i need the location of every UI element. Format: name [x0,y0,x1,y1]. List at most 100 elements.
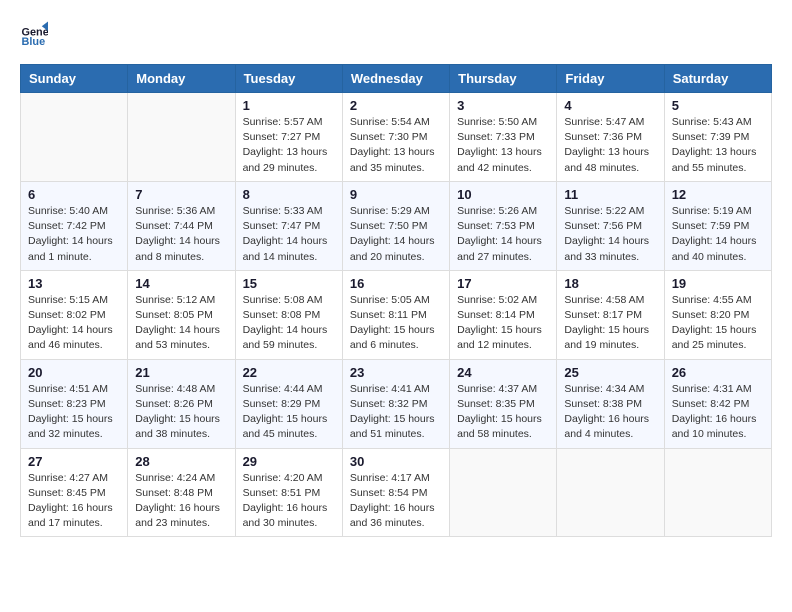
day-info: Sunrise: 5:26 AMSunset: 7:53 PMDaylight:… [457,204,549,265]
calendar-cell [664,448,771,537]
day-number: 19 [672,276,764,291]
day-info: Sunrise: 4:27 AMSunset: 8:45 PMDaylight:… [28,471,120,532]
calendar-cell [557,448,664,537]
day-info: Sunrise: 5:12 AMSunset: 8:05 PMDaylight:… [135,293,227,354]
day-number: 10 [457,187,549,202]
weekday-header-monday: Monday [128,65,235,93]
calendar-cell: 19 Sunrise: 4:55 AMSunset: 8:20 PMDayligh… [664,270,771,359]
calendar-table: SundayMondayTuesdayWednesdayThursdayFrid… [20,64,772,537]
day-number: 18 [564,276,656,291]
weekday-header-wednesday: Wednesday [342,65,449,93]
calendar-cell [128,93,235,182]
calendar-cell: 16 Sunrise: 5:05 AMSunset: 8:11 PMDayligh… [342,270,449,359]
calendar-cell: 14Sunrise: 5:12 AMSunset: 8:05 PMDayligh… [128,270,235,359]
calendar-cell: 15 Sunrise: 5:08 AMSunset: 8:08 PMDayligh… [235,270,342,359]
day-number: 29 [243,454,335,469]
day-info: Sunrise: 5:36 AMSunset: 7:44 PMDaylight:… [135,204,227,265]
calendar-cell: 9 Sunrise: 5:29 AMSunset: 7:50 PMDaylight… [342,181,449,270]
calendar-cell: 22 Sunrise: 4:44 AMSunset: 8:29 PMDayligh… [235,359,342,448]
day-number: 22 [243,365,335,380]
calendar-cell: 11 Sunrise: 5:22 AMSunset: 7:56 PMDayligh… [557,181,664,270]
day-info: Sunrise: 5:57 AMSunset: 7:27 PMDaylight:… [243,115,335,176]
day-info: Sunrise: 5:05 AMSunset: 8:11 PMDaylight:… [350,293,442,354]
calendar-cell: 18Sunrise: 4:58 AMSunset: 8:17 PMDayligh… [557,270,664,359]
calendar-cell: 27 Sunrise: 4:27 AMSunset: 8:45 PMDayligh… [21,448,128,537]
day-info: Sunrise: 5:29 AMSunset: 7:50 PMDaylight:… [350,204,442,265]
calendar-cell: 2Sunrise: 5:54 AMSunset: 7:30 PMDaylight… [342,93,449,182]
calendar-cell: 12 Sunrise: 5:19 AMSunset: 7:59 PMDayligh… [664,181,771,270]
week-row-3: 13 Sunrise: 5:15 AMSunset: 8:02 PMDayligh… [21,270,772,359]
day-info: Sunrise: 5:02 AMSunset: 8:14 PMDaylight:… [457,293,549,354]
day-info: Sunrise: 5:22 AMSunset: 7:56 PMDaylight:… [564,204,656,265]
day-info: Sunrise: 5:50 AMSunset: 7:33 PMDaylight:… [457,115,549,176]
day-info: Sunrise: 5:33 AMSunset: 7:47 PMDaylight:… [243,204,335,265]
day-info: Sunrise: 5:43 AMSunset: 7:39 PMDaylight:… [672,115,764,176]
calendar-cell: 8 Sunrise: 5:33 AMSunset: 7:47 PMDaylight… [235,181,342,270]
calendar-cell: 26 Sunrise: 4:31 AMSunset: 8:42 PMDayligh… [664,359,771,448]
calendar-cell: 1Sunrise: 5:57 AMSunset: 7:27 PMDaylight… [235,93,342,182]
day-info: Sunrise: 4:44 AMSunset: 8:29 PMDaylight:… [243,382,335,443]
day-number: 24 [457,365,549,380]
day-info: Sunrise: 4:37 AMSunset: 8:35 PMDaylight:… [457,382,549,443]
day-number: 27 [28,454,120,469]
day-info: Sunrise: 4:24 AMSunset: 8:48 PMDaylight:… [135,471,227,532]
calendar-cell: 7Sunrise: 5:36 AMSunset: 7:44 PMDaylight… [128,181,235,270]
day-number: 9 [350,187,442,202]
day-number: 20 [28,365,120,380]
calendar-cell: 25Sunrise: 4:34 AMSunset: 8:38 PMDayligh… [557,359,664,448]
day-info: Sunrise: 5:47 AMSunset: 7:36 PMDaylight:… [564,115,656,176]
calendar-cell: 13 Sunrise: 5:15 AMSunset: 8:02 PMDayligh… [21,270,128,359]
day-number: 8 [243,187,335,202]
week-row-2: 6 Sunrise: 5:40 AMSunset: 7:42 PMDaylight… [21,181,772,270]
calendar-cell: 5 Sunrise: 5:43 AMSunset: 7:39 PMDaylight… [664,93,771,182]
day-info: Sunrise: 4:17 AMSunset: 8:54 PMDaylight:… [350,471,442,532]
calendar-cell: 23 Sunrise: 4:41 AMSunset: 8:32 PMDayligh… [342,359,449,448]
calendar-cell: 28 Sunrise: 4:24 AMSunset: 8:48 PMDayligh… [128,448,235,537]
day-number: 21 [135,365,227,380]
day-number: 16 [350,276,442,291]
logo-icon: General Blue [20,20,48,48]
weekday-header-saturday: Saturday [664,65,771,93]
week-row-1: 1Sunrise: 5:57 AMSunset: 7:27 PMDaylight… [21,93,772,182]
day-number: 23 [350,365,442,380]
day-info: Sunrise: 5:40 AMSunset: 7:42 PMDaylight:… [28,204,120,265]
day-info: Sunrise: 4:55 AMSunset: 8:20 PMDaylight:… [672,293,764,354]
day-number: 17 [457,276,549,291]
day-number: 6 [28,187,120,202]
calendar-cell: 10 Sunrise: 5:26 AMSunset: 7:53 PMDayligh… [450,181,557,270]
day-number: 28 [135,454,227,469]
day-number: 26 [672,365,764,380]
day-number: 25 [564,365,656,380]
calendar-cell: 3 Sunrise: 5:50 AMSunset: 7:33 PMDaylight… [450,93,557,182]
day-info: Sunrise: 5:08 AMSunset: 8:08 PMDaylight:… [243,293,335,354]
calendar-cell: 21 Sunrise: 4:48 AMSunset: 8:26 PMDayligh… [128,359,235,448]
calendar-cell: 17 Sunrise: 5:02 AMSunset: 8:14 PMDayligh… [450,270,557,359]
week-row-5: 27 Sunrise: 4:27 AMSunset: 8:45 PMDayligh… [21,448,772,537]
day-number: 4 [564,98,656,113]
calendar-cell [21,93,128,182]
day-number: 5 [672,98,764,113]
calendar-cell: 30 Sunrise: 4:17 AMSunset: 8:54 PMDayligh… [342,448,449,537]
day-number: 30 [350,454,442,469]
day-info: Sunrise: 5:54 AMSunset: 7:30 PMDaylight:… [350,115,442,176]
day-info: Sunrise: 5:15 AMSunset: 8:02 PMDaylight:… [28,293,120,354]
calendar-cell: 6 Sunrise: 5:40 AMSunset: 7:42 PMDaylight… [21,181,128,270]
day-info: Sunrise: 5:19 AMSunset: 7:59 PMDaylight:… [672,204,764,265]
weekday-header-row: SundayMondayTuesdayWednesdayThursdayFrid… [21,65,772,93]
page-header: General Blue [20,20,772,48]
day-number: 3 [457,98,549,113]
logo: General Blue [20,20,52,48]
day-info: Sunrise: 4:41 AMSunset: 8:32 PMDaylight:… [350,382,442,443]
calendar-cell: 24 Sunrise: 4:37 AMSunset: 8:35 PMDayligh… [450,359,557,448]
svg-text:Blue: Blue [22,36,46,48]
day-info: Sunrise: 4:48 AMSunset: 8:26 PMDaylight:… [135,382,227,443]
day-info: Sunrise: 4:51 AMSunset: 8:23 PMDaylight:… [28,382,120,443]
day-number: 11 [564,187,656,202]
weekday-header-friday: Friday [557,65,664,93]
day-number: 13 [28,276,120,291]
day-number: 15 [243,276,335,291]
week-row-4: 20 Sunrise: 4:51 AMSunset: 8:23 PMDayligh… [21,359,772,448]
day-info: Sunrise: 4:20 AMSunset: 8:51 PMDaylight:… [243,471,335,532]
day-info: Sunrise: 4:31 AMSunset: 8:42 PMDaylight:… [672,382,764,443]
day-number: 12 [672,187,764,202]
